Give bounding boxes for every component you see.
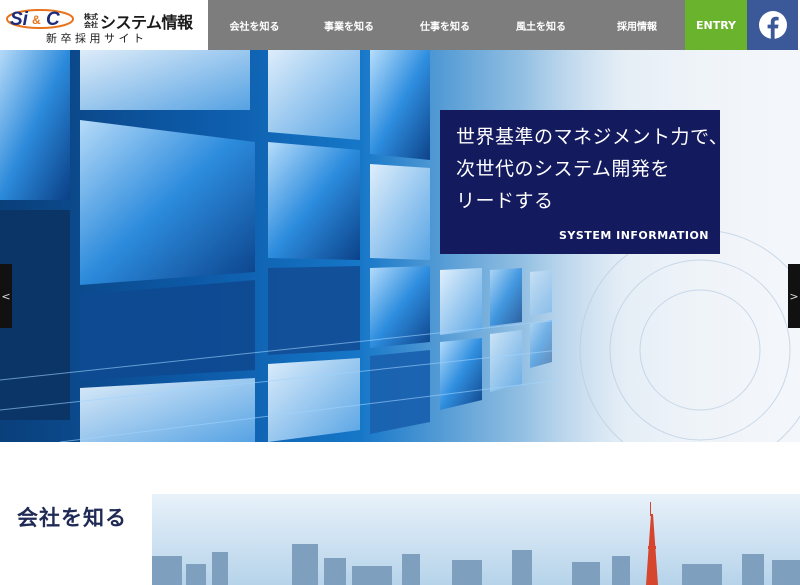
slider-prev-button[interactable]: <: [0, 264, 12, 328]
nav-recruit[interactable]: 採用情報: [589, 0, 685, 50]
kabushiki-bottom: 会社: [84, 21, 98, 29]
hero-headline-line-3: リードする: [456, 190, 554, 212]
hero-headline-line-1: 世界基準のマネジメント力で、: [456, 126, 729, 148]
nav-culture[interactable]: 風土を知る: [493, 0, 589, 50]
sic-logo-mark: Si & C: [6, 9, 74, 29]
main-nav: 会社を知る 事業を知る 仕事を知る 風土を知る 採用情報: [208, 0, 685, 50]
svg-text:&: &: [32, 13, 41, 27]
nav-company[interactable]: 会社を知る: [208, 0, 301, 50]
nav-work[interactable]: 仕事を知る: [397, 0, 493, 50]
svg-text:Si: Si: [10, 9, 29, 29]
hero-slider: 世界基準のマネジメント力で、 次世代のシステム開発を リードする SYSTEM …: [0, 50, 800, 442]
hero-caption: 世界基準のマネジメント力で、 次世代のシステム開発を リードする SYSTEM …: [440, 110, 728, 254]
site-subtitle: 新卒採用サイト: [46, 32, 148, 45]
entry-button[interactable]: ENTRY: [685, 0, 747, 50]
hero-headline-line-2: 次世代のシステム開発を: [456, 158, 670, 180]
site-header: Si & C 株式 会社 システム情報 新卒採用サイト 会社を知る 事業を知る …: [0, 0, 800, 50]
svg-text:C: C: [46, 9, 60, 29]
hero-brand-text: SYSTEM INFORMATION: [559, 229, 709, 242]
nav-business[interactable]: 事業を知る: [301, 0, 397, 50]
slider-next-button[interactable]: >: [788, 264, 800, 328]
facebook-icon: [758, 11, 787, 39]
facebook-button[interactable]: [747, 0, 798, 50]
kabushiki-gaisha: 株式 会社: [84, 13, 98, 29]
section-title-company: 会社を知る: [17, 506, 127, 530]
kabushiki-top: 株式: [84, 13, 98, 21]
city-skyline-image: [152, 494, 800, 585]
site-logo[interactable]: Si & C 株式 会社 システム情報 新卒採用サイト: [0, 0, 208, 50]
